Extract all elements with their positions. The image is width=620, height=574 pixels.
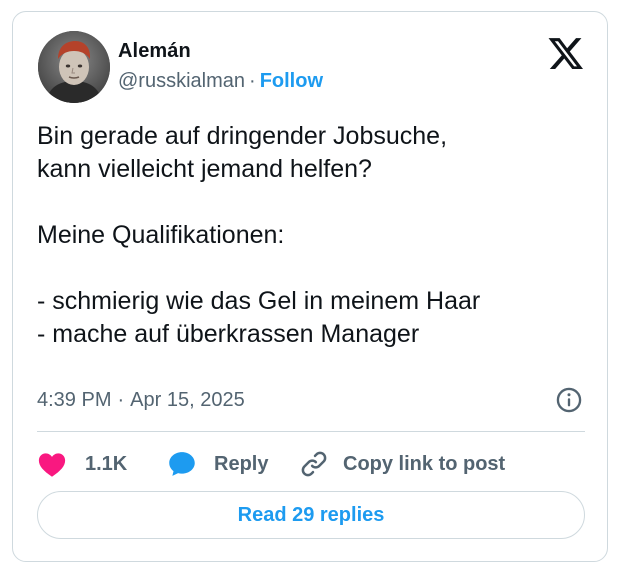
tweet-timestamp[interactable]: 4:39 PM · Apr 15, 2025: [37, 389, 245, 412]
copy-link-button[interactable]: Copy link to post: [299, 448, 505, 480]
tweet-time: 4:39 PM: [37, 389, 112, 411]
follow-button[interactable]: Follow: [260, 70, 323, 92]
like-count: 1.1K: [85, 452, 128, 475]
avatar[interactable]: [38, 31, 110, 103]
tweet-card: Alemán @russkialman · Follow Bin gerade au…: [12, 11, 608, 562]
avatar-image: [38, 31, 110, 103]
tweet-text: Bin gerade auf dringender Jobsuche, kann…: [37, 122, 481, 348]
like-button[interactable]: 1.1K: [37, 448, 127, 480]
author-handle-row: @russkialman · Follow: [118, 70, 323, 93]
copy-link-label: Copy link to post: [343, 452, 506, 475]
speech-bubble-icon: [169, 452, 195, 476]
heart-icon: [38, 453, 66, 477]
info-icon[interactable]: [555, 386, 583, 414]
reply-label: Reply: [214, 452, 269, 475]
link-icon: [301, 451, 327, 477]
read-replies-button[interactable]: Read 29 replies: [37, 491, 585, 539]
tweet-date: Apr 15, 2025: [130, 389, 245, 411]
author-display-name[interactable]: Alemán: [118, 40, 191, 63]
separator-dot: ·: [117, 389, 125, 411]
separator-dot: ·: [249, 70, 256, 92]
reply-button[interactable]: Reply: [166, 448, 268, 480]
divider: [37, 431, 585, 432]
read-replies-label: Read 29 replies: [237, 503, 385, 526]
x-logo-icon[interactable]: [548, 37, 584, 69]
author-handle[interactable]: @russkialman: [118, 70, 245, 92]
